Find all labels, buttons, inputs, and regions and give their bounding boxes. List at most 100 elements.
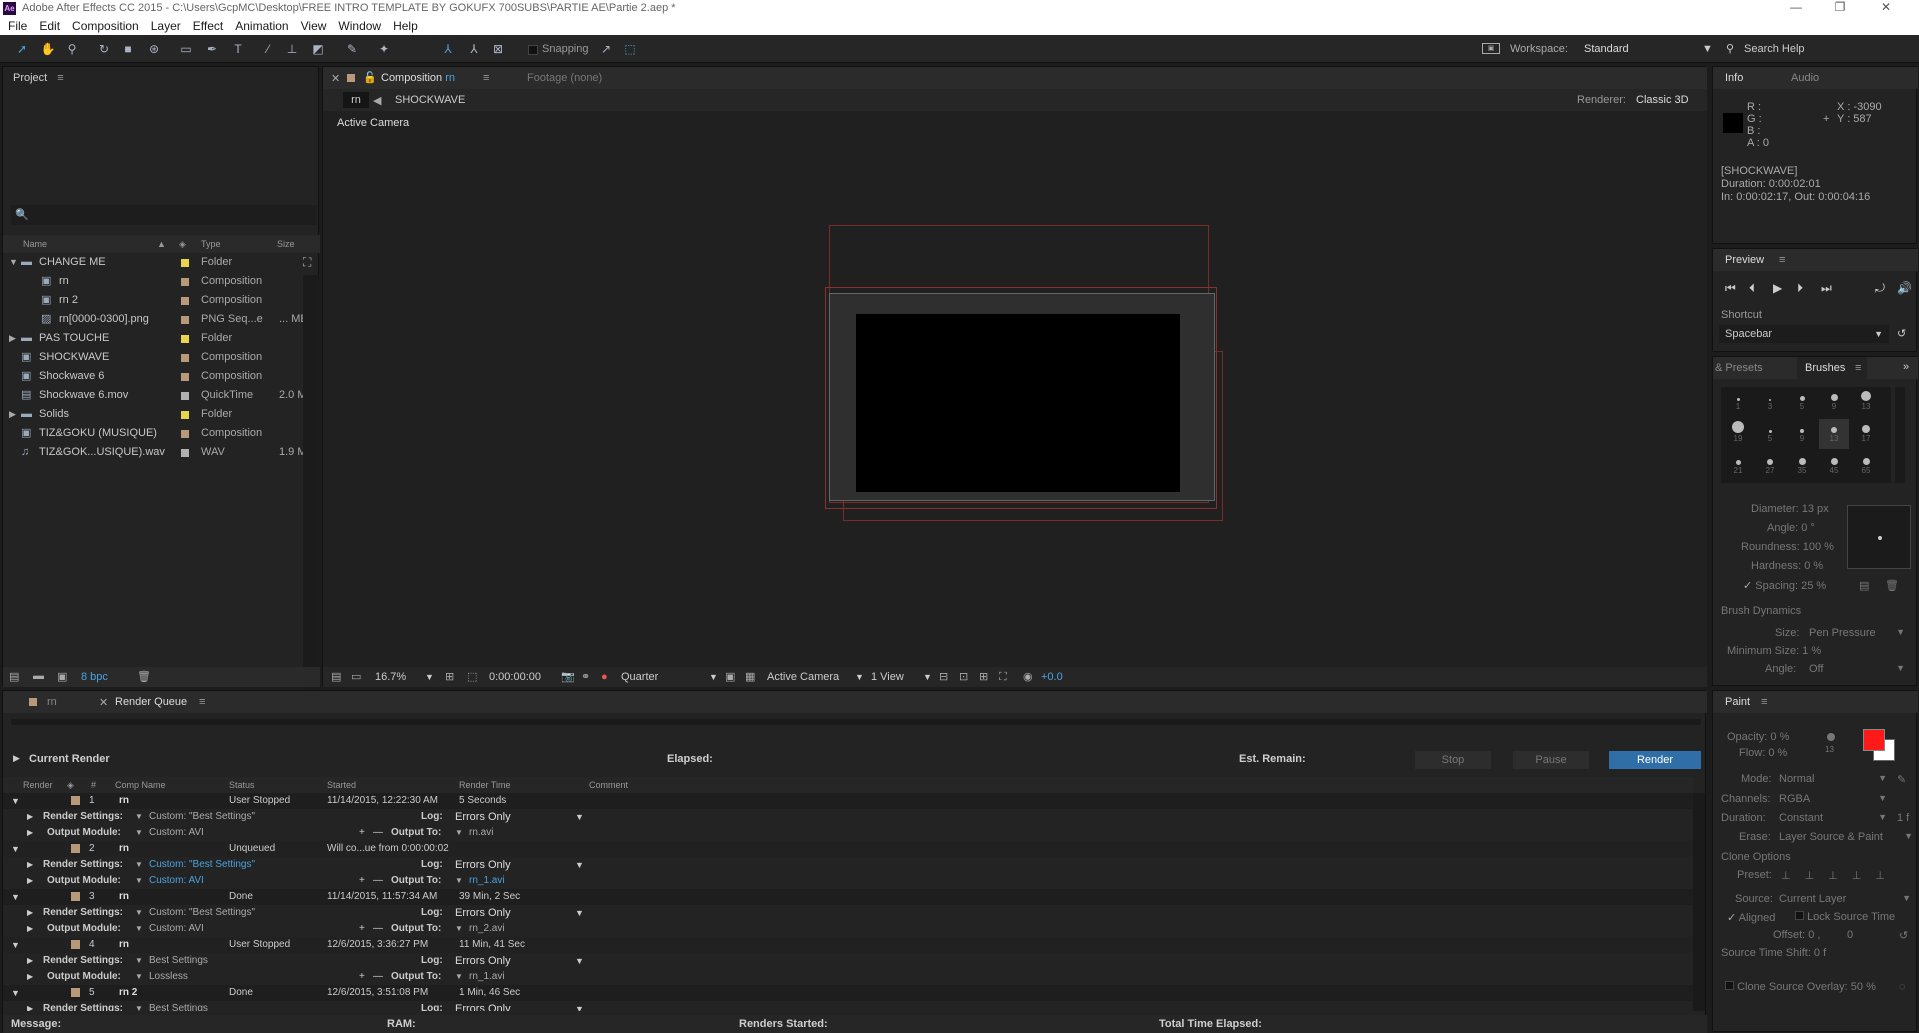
menu-edit[interactable]: Edit [39, 19, 60, 33]
brush-grid-scrollbar[interactable] [1895, 387, 1905, 483]
snapping-checkbox[interactable] [528, 45, 538, 55]
log-select[interactable]: Errors Only [455, 1001, 511, 1011]
chevron-down-icon[interactable]: ▼ [455, 921, 463, 937]
mode-select[interactable]: Normal ▼ [1779, 773, 1889, 785]
menu-view[interactable]: View [301, 19, 327, 33]
hand-tool-icon[interactable]: ✋ [40, 41, 56, 57]
render-settings-value[interactable]: Custom: "Best Settings" [149, 905, 255, 921]
project-search-input[interactable]: 🔍 [11, 205, 317, 225]
log-select[interactable]: Errors Only [455, 953, 511, 969]
output-module-value[interactable]: Lossless [149, 969, 188, 985]
tab-timeline-rn[interactable]: rn [47, 696, 57, 708]
chevron-down-icon[interactable]: ▼ [575, 905, 584, 921]
twirl-down-icon[interactable]: ▼ [11, 985, 20, 1001]
erase-select[interactable]: Layer Source & Paint ▼ [1779, 831, 1915, 843]
clone-stamp-tool-icon[interactable]: ⊥ [284, 41, 300, 57]
previous-frame-icon[interactable]: ⏴ [1749, 281, 1755, 296]
camera-tool-icon[interactable]: ■ [120, 41, 136, 57]
fast-previews-icon[interactable]: ⊡ [959, 667, 968, 687]
label-swatch[interactable] [181, 335, 189, 343]
brush-tip[interactable]: 13 [1819, 419, 1849, 449]
tab-audio[interactable]: Audio [1791, 72, 1819, 84]
remove-output-icon[interactable]: — [373, 969, 383, 985]
render-checkbox[interactable] [71, 796, 80, 805]
brush-tip[interactable]: 21 [1723, 451, 1753, 481]
log-select[interactable]: Errors Only [455, 857, 511, 873]
tab-brushes[interactable]: Brushes ≡ [1797, 357, 1867, 379]
bpc-button[interactable]: 8 bpc [81, 671, 108, 683]
output-module-value[interactable]: Custom: AVI [149, 873, 204, 889]
render-settings-row[interactable]: ▶ Render Settings: ▼ Custom: "Best Settings… [3, 905, 1693, 921]
brush-tip[interactable]: 35 [1787, 451, 1817, 481]
render-checkbox[interactable] [71, 844, 80, 853]
timeline-icon[interactable]: ⊞ [979, 667, 988, 687]
loop-icon[interactable]: ⤾ [1875, 281, 1885, 296]
breadcrumb-current[interactable]: rn [343, 92, 369, 108]
breadcrumb-next[interactable]: SHOCKWAVE [395, 94, 465, 106]
reset-icon[interactable]: ↺ [1897, 327, 1906, 340]
project-item[interactable]: ▣ rn 2 Composition [3, 291, 303, 310]
duration-select[interactable]: Constant ▼ [1779, 812, 1889, 824]
preview-tab[interactable]: Preview ≡ [1713, 249, 1918, 271]
add-output-icon[interactable]: + [359, 921, 365, 937]
close-icon[interactable]: ✕ [331, 72, 340, 85]
add-output-icon[interactable]: + [359, 825, 365, 841]
render-checkbox[interactable] [71, 892, 80, 901]
renderer-select[interactable]: Classic 3D [1636, 94, 1689, 106]
chevron-down-icon[interactable]: ▼ [575, 1001, 584, 1011]
chevron-down-icon[interactable]: ▼ [425, 667, 434, 687]
label-swatch[interactable] [181, 297, 189, 305]
selection-tool-icon[interactable]: ➚ [14, 41, 30, 57]
clone-offset-y[interactable]: 0 [1847, 929, 1853, 941]
brush-roundness[interactable]: Roundness: 100 % [1741, 541, 1834, 553]
tab-composition[interactable]: Composition rn [381, 72, 455, 84]
twirl-right-icon[interactable]: ▶ [27, 873, 33, 889]
flowchart-icon[interactable]: ⛶ [303, 255, 317, 269]
exposure-reset-icon[interactable]: ◉ [1023, 667, 1033, 687]
exposure-value[interactable]: +0.0 [1041, 667, 1063, 687]
world-axis-icon[interactable]: ⅄ [466, 41, 482, 57]
brush-tip[interactable]: 45 [1819, 451, 1849, 481]
close-icon[interactable]: ✕ [99, 696, 108, 709]
puppet-tool-icon[interactable]: ✦ [376, 41, 392, 57]
lock-source-checkbox[interactable]: Lock Source Time [1795, 911, 1895, 923]
twirl-down-icon[interactable]: ▼ [11, 937, 20, 953]
chevron-down-icon[interactable]: ▼ [455, 969, 463, 985]
brush-tip[interactable]: 3 [1755, 387, 1785, 417]
output-module-row[interactable]: ▶ Output Module: ▼ Lossless + — Output To: ▼ rn_… [3, 969, 1693, 985]
current-time[interactable]: 0:00:00:00 [489, 667, 541, 687]
paint-tab[interactable]: Paint ≡ [1713, 691, 1918, 713]
column-type[interactable]: Type [201, 235, 221, 253]
speaker-icon[interactable]: 🔊 [1897, 281, 1912, 295]
chevron-down-icon[interactable]: ▼ [709, 667, 718, 687]
new-composition-icon[interactable]: ▣ [57, 670, 67, 683]
label-swatch[interactable] [181, 392, 189, 400]
twirl-icon[interactable]: ▼ [9, 253, 18, 272]
next-frame-icon[interactable]: ⏵ [1797, 281, 1803, 296]
show-snapshot-icon[interactable]: ⚭ [581, 667, 590, 687]
dynamics-angle-select[interactable]: Off ▼ [1809, 663, 1907, 675]
brush-tip[interactable]: 65 [1851, 451, 1881, 481]
menu-layer[interactable]: Layer [151, 19, 181, 33]
twirl-right-icon[interactable]: ▶ [27, 905, 33, 921]
zoom-tool-icon[interactable]: ⚲ [64, 41, 80, 57]
render-button[interactable]: Render [1609, 751, 1701, 769]
last-frame-icon[interactable]: ⏭ [1821, 281, 1832, 296]
render-settings-row[interactable]: ▶ Render Settings: ▼ Best Settings Log: Error… [3, 1001, 1693, 1011]
difference-mode-icon[interactable]: ◌ [1899, 981, 1906, 993]
roto-brush-tool-icon[interactable]: ✎ [344, 41, 360, 57]
eyedropper-icon[interactable]: ✎ [1897, 773, 1906, 786]
project-item[interactable]: ▶ ▬ PAS TOUCHE Folder [3, 329, 303, 348]
label-swatch[interactable] [181, 449, 189, 457]
column-comp-name[interactable]: Comp Name [115, 777, 166, 793]
add-output-icon[interactable]: + [359, 969, 365, 985]
brush-tip[interactable]: 27 [1755, 451, 1785, 481]
channels-select[interactable]: RGBA ▼ [1779, 793, 1889, 805]
project-item[interactable]: ▣ rn Composition [3, 272, 303, 291]
eraser-tool-icon[interactable]: ◩ [310, 41, 326, 57]
tab-render-queue[interactable]: Render Queue [115, 696, 187, 708]
chevron-down-icon[interactable]: ▼ [135, 809, 143, 825]
menu-file[interactable]: File [8, 19, 27, 33]
chevron-down-icon[interactable]: ▼ [135, 1001, 143, 1011]
brush-tip[interactable]: 9 [1819, 387, 1849, 417]
